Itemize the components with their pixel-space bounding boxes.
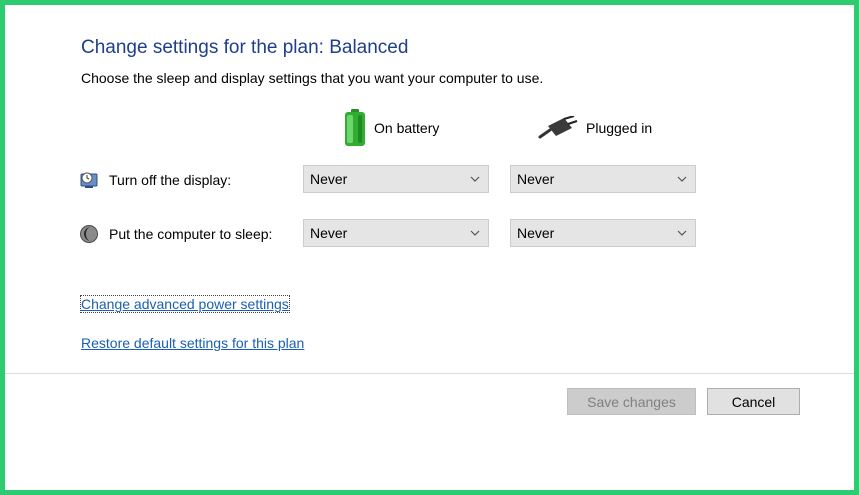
battery-icon (345, 109, 365, 146)
power-plug-icon (538, 116, 578, 139)
chevron-down-icon (470, 230, 480, 236)
setting-label: Turn off the display: (109, 172, 232, 188)
cancel-button[interactable]: Cancel (707, 388, 800, 415)
selected-value: Never (517, 171, 555, 187)
sleep-plugged-in-select[interactable]: Never (510, 219, 696, 247)
advanced-power-settings-link[interactable]: Change advanced power settings (80, 295, 290, 313)
chevron-down-icon (677, 176, 687, 182)
footer-divider (5, 373, 854, 374)
setting-label: Put the computer to sleep: (109, 226, 273, 242)
column-header-on-battery: On battery (344, 108, 439, 148)
page-title: Change settings for the plan: Balanced (81, 37, 409, 58)
selected-value: Never (310, 171, 348, 187)
sleep-on-battery-select[interactable]: Never (303, 219, 489, 247)
page-subtitle: Choose the sleep and display settings th… (81, 70, 544, 86)
display-plugged-in-select[interactable]: Never (510, 165, 696, 193)
on-battery-label: On battery (374, 120, 440, 136)
chevron-down-icon (677, 230, 687, 236)
column-header-plugged-in: Plugged in (538, 108, 652, 148)
turn-off-display-label: Turn off the display: (79, 166, 231, 194)
sleep-moon-icon (80, 225, 98, 243)
selected-value: Never (517, 225, 555, 241)
restore-defaults-link[interactable]: Restore default settings for this plan (81, 335, 304, 351)
sleep-label: Put the computer to sleep: (79, 220, 272, 248)
save-changes-button[interactable]: Save changes (567, 388, 696, 415)
power-plan-window: Change settings for the plan: Balanced C… (5, 5, 854, 490)
selected-value: Never (310, 225, 348, 241)
plugged-in-label: Plugged in (586, 120, 653, 136)
display-clock-icon (80, 172, 98, 188)
display-on-battery-select[interactable]: Never (303, 165, 489, 193)
restore-defaults-text: Restore default settings for this plan (81, 335, 305, 351)
chevron-down-icon (470, 176, 480, 182)
